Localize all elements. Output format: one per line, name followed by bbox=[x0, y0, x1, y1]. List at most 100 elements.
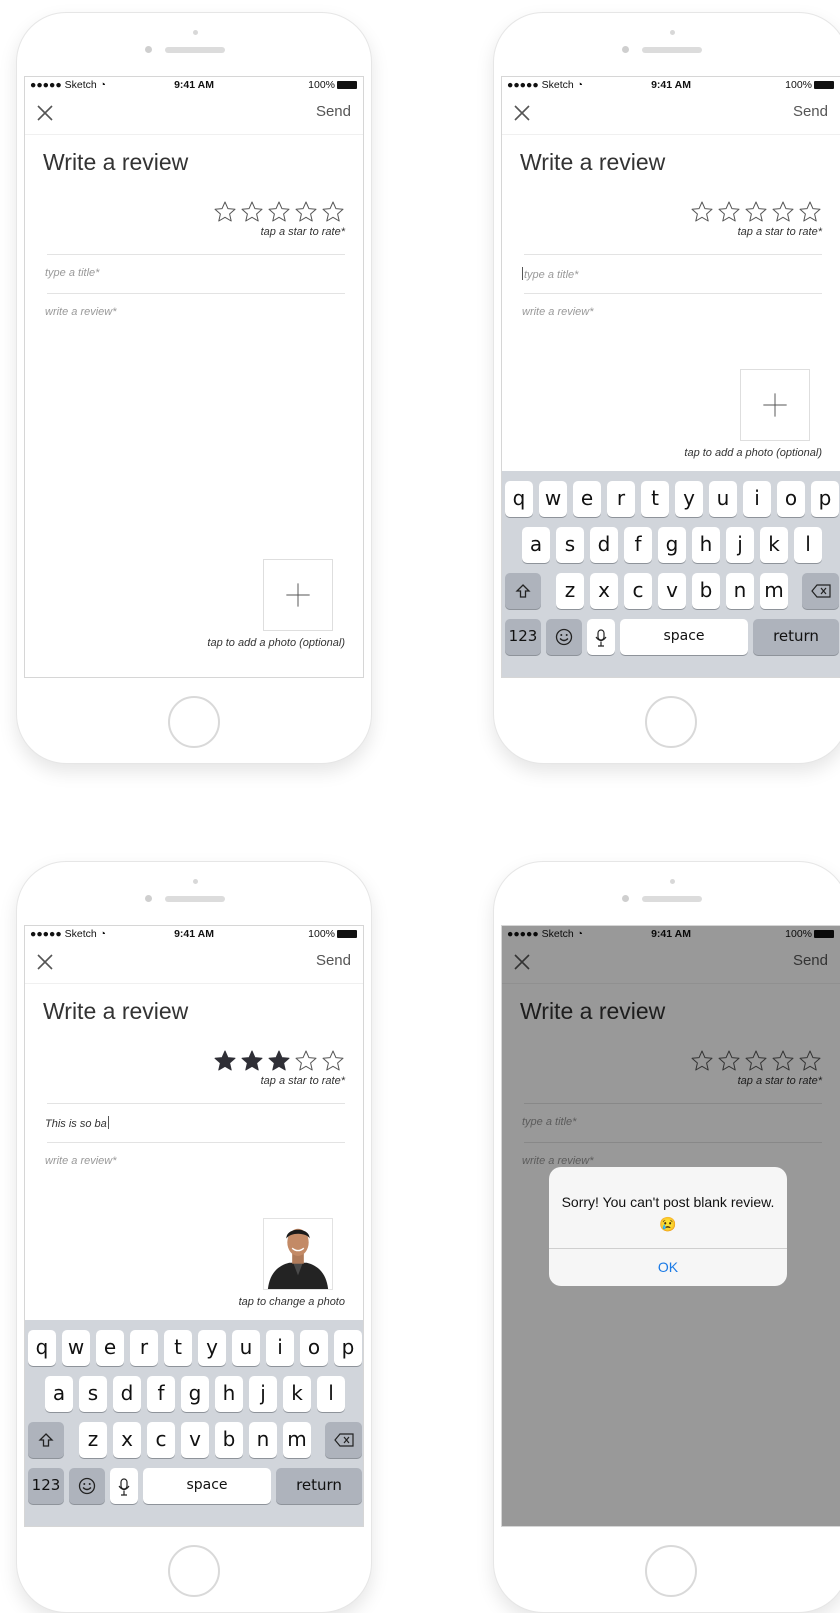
backspace-key[interactable] bbox=[325, 1422, 362, 1458]
star-outline-icon[interactable] bbox=[240, 200, 264, 224]
key-e[interactable]: e bbox=[573, 481, 601, 517]
backspace-key[interactable] bbox=[802, 573, 839, 609]
key-w[interactable]: w bbox=[62, 1330, 90, 1366]
key-u[interactable]: u bbox=[709, 481, 737, 517]
key-l[interactable]: l bbox=[317, 1376, 345, 1412]
key-h[interactable]: h bbox=[692, 527, 720, 563]
key-b[interactable]: b bbox=[215, 1422, 243, 1458]
key-y[interactable]: y bbox=[675, 481, 703, 517]
review-input[interactable]: write a review* bbox=[45, 1155, 117, 1167]
key-c[interactable]: c bbox=[147, 1422, 175, 1458]
emoji-key[interactable] bbox=[546, 619, 582, 655]
review-input[interactable]: write a review* bbox=[522, 306, 594, 318]
key-g[interactable]: g bbox=[658, 527, 686, 563]
key-s[interactable]: s bbox=[79, 1376, 107, 1412]
key-e[interactable]: e bbox=[96, 1330, 124, 1366]
key-c[interactable]: c bbox=[624, 573, 652, 609]
key-p[interactable]: p bbox=[334, 1330, 362, 1366]
return-key[interactable]: return bbox=[753, 619, 839, 655]
dictation-key[interactable] bbox=[587, 619, 615, 655]
return-key[interactable]: return bbox=[276, 1468, 362, 1504]
star-outline-icon[interactable] bbox=[771, 200, 795, 224]
star-outline-icon[interactable] bbox=[294, 1049, 318, 1073]
key-a[interactable]: a bbox=[522, 527, 550, 563]
key-x[interactable]: x bbox=[113, 1422, 141, 1458]
key-w[interactable]: w bbox=[539, 481, 567, 517]
key-m[interactable]: m bbox=[760, 573, 788, 609]
key-o[interactable]: o bbox=[300, 1330, 328, 1366]
key-q[interactable]: q bbox=[28, 1330, 56, 1366]
send-button[interactable]: Send bbox=[316, 103, 351, 120]
emoji-key[interactable] bbox=[69, 1468, 105, 1504]
key-x[interactable]: x bbox=[590, 573, 618, 609]
title-input[interactable]: type a title* bbox=[45, 267, 335, 279]
star-outline-icon[interactable] bbox=[690, 200, 714, 224]
dictation-key[interactable] bbox=[110, 1468, 138, 1504]
key-y[interactable]: y bbox=[198, 1330, 226, 1366]
ok-button[interactable]: OK bbox=[549, 1248, 787, 1286]
review-input[interactable]: write a review* bbox=[45, 306, 117, 318]
key-i[interactable]: i bbox=[266, 1330, 294, 1366]
close-button[interactable] bbox=[35, 103, 55, 123]
key-z[interactable]: z bbox=[556, 573, 584, 609]
star-outline-icon[interactable] bbox=[744, 200, 768, 224]
star-outline-icon[interactable] bbox=[321, 200, 345, 224]
star-outline-icon[interactable] bbox=[267, 200, 291, 224]
key-b[interactable]: b bbox=[692, 573, 720, 609]
numbers-key[interactable]: 123 bbox=[505, 619, 541, 655]
star-outline-icon[interactable] bbox=[798, 200, 822, 224]
space-key[interactable]: space bbox=[620, 619, 748, 655]
key-f[interactable]: f bbox=[624, 527, 652, 563]
change-photo-button[interactable] bbox=[263, 1218, 333, 1290]
shift-key[interactable] bbox=[28, 1422, 64, 1458]
star-outline-icon[interactable] bbox=[213, 200, 237, 224]
add-photo-button[interactable] bbox=[740, 369, 810, 441]
key-j[interactable]: j bbox=[726, 527, 754, 563]
numbers-key[interactable]: 123 bbox=[28, 1468, 64, 1504]
star-outline-icon[interactable] bbox=[717, 200, 741, 224]
key-d[interactable]: d bbox=[590, 527, 618, 563]
key-f[interactable]: f bbox=[147, 1376, 175, 1412]
key-k[interactable]: k bbox=[760, 527, 788, 563]
key-l[interactable]: l bbox=[794, 527, 822, 563]
title-input[interactable]: This is so ba bbox=[45, 1116, 335, 1130]
title-input[interactable]: type a title* bbox=[522, 267, 812, 281]
star-rating[interactable] bbox=[210, 200, 345, 226]
star-filled-icon[interactable] bbox=[267, 1049, 291, 1073]
key-r[interactable]: r bbox=[607, 481, 635, 517]
space-key[interactable]: space bbox=[143, 1468, 271, 1504]
close-button[interactable] bbox=[512, 103, 532, 123]
key-k[interactable]: k bbox=[283, 1376, 311, 1412]
key-p[interactable]: p bbox=[811, 481, 839, 517]
key-u[interactable]: u bbox=[232, 1330, 260, 1366]
star-filled-icon[interactable] bbox=[240, 1049, 264, 1073]
key-i[interactable]: i bbox=[743, 481, 771, 517]
key-t[interactable]: t bbox=[641, 481, 669, 517]
star-filled-icon[interactable] bbox=[213, 1049, 237, 1073]
close-button[interactable] bbox=[35, 952, 55, 972]
key-h[interactable]: h bbox=[215, 1376, 243, 1412]
key-v[interactable]: v bbox=[658, 573, 686, 609]
key-n[interactable]: n bbox=[249, 1422, 277, 1458]
star-outline-icon[interactable] bbox=[321, 1049, 345, 1073]
send-button[interactable]: Send bbox=[793, 103, 828, 120]
key-s[interactable]: s bbox=[556, 527, 584, 563]
key-m[interactable]: m bbox=[283, 1422, 311, 1458]
key-a[interactable]: a bbox=[45, 1376, 73, 1412]
send-button[interactable]: Send bbox=[316, 952, 351, 969]
key-t[interactable]: t bbox=[164, 1330, 192, 1366]
key-j[interactable]: j bbox=[249, 1376, 277, 1412]
star-outline-icon[interactable] bbox=[294, 200, 318, 224]
shift-key[interactable] bbox=[505, 573, 541, 609]
add-photo-button[interactable] bbox=[263, 559, 333, 631]
key-v[interactable]: v bbox=[181, 1422, 209, 1458]
star-rating[interactable] bbox=[687, 200, 822, 226]
key-g[interactable]: g bbox=[181, 1376, 209, 1412]
star-rating[interactable] bbox=[210, 1049, 345, 1075]
key-o[interactable]: o bbox=[777, 481, 805, 517]
key-r[interactable]: r bbox=[130, 1330, 158, 1366]
key-q[interactable]: q bbox=[505, 481, 533, 517]
key-n[interactable]: n bbox=[726, 573, 754, 609]
key-z[interactable]: z bbox=[79, 1422, 107, 1458]
key-d[interactable]: d bbox=[113, 1376, 141, 1412]
